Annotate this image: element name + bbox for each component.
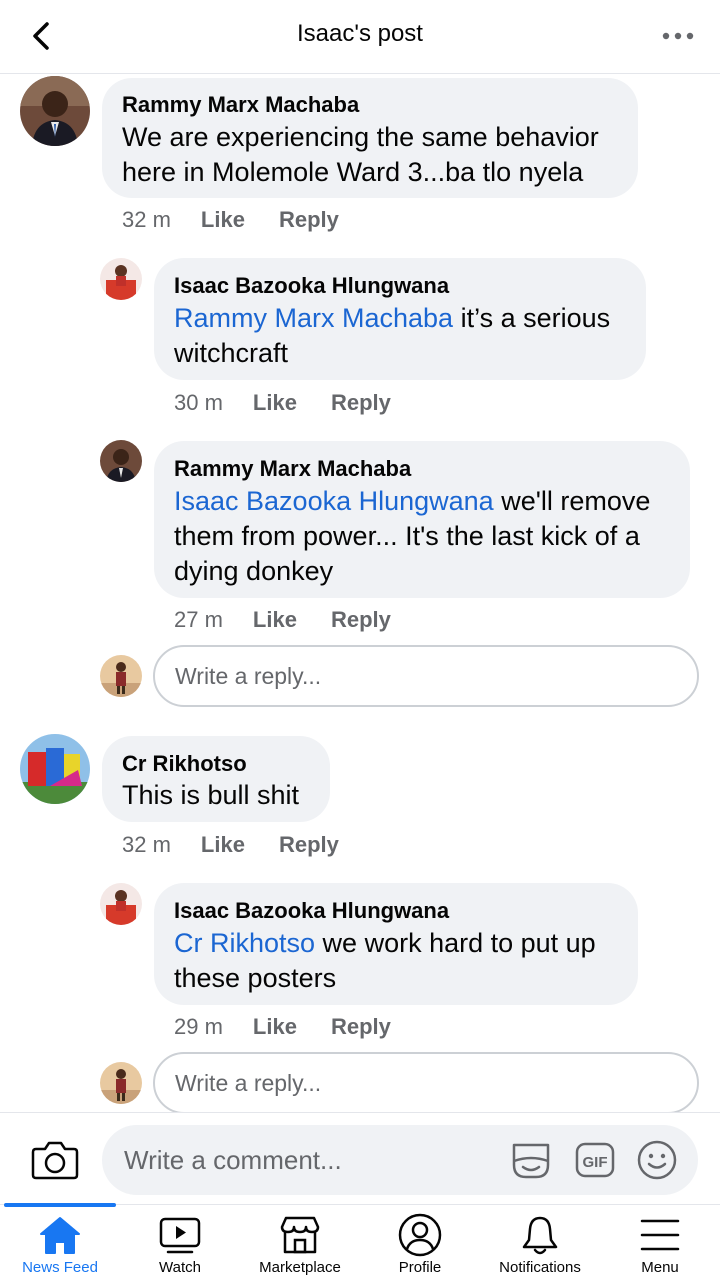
avatar[interactable] xyxy=(100,258,142,300)
reply-button[interactable]: Reply xyxy=(331,1014,391,1040)
reply-author[interactable]: Isaac Bazooka Hlungwana xyxy=(174,273,449,299)
reply-button[interactable]: Reply xyxy=(279,832,339,858)
reply-author[interactable]: Rammy Marx Machaba xyxy=(174,456,411,482)
reply-text: we work hard to put up xyxy=(315,928,596,958)
comment-input[interactable]: Write a comment... GIF xyxy=(102,1125,698,1195)
nav-label: Marketplace xyxy=(259,1259,341,1276)
reply-text-line: them from power... It's the last kick of… xyxy=(174,521,640,551)
like-button[interactable]: Like xyxy=(253,390,297,416)
reply-author[interactable]: Isaac Bazooka Hlungwana xyxy=(174,898,449,924)
reply-button[interactable]: Reply xyxy=(331,390,391,416)
reply-text-line: dying donkey xyxy=(174,556,334,586)
avatar[interactable] xyxy=(20,76,90,146)
comment-text-line: here in Molemole Ward 3...ba tlo nyela xyxy=(122,157,584,187)
current-user-avatar xyxy=(100,1062,142,1104)
gif-button[interactable]: GIF xyxy=(574,1139,616,1181)
like-button[interactable]: Like xyxy=(253,607,297,633)
emoji-icon xyxy=(637,1140,677,1180)
nav-label: Profile xyxy=(398,1259,442,1276)
comment-author[interactable]: Cr Rikhotso xyxy=(122,751,247,777)
reply-text-line: Isaac Bazooka Hlungwana we'll remove xyxy=(174,484,650,519)
home-icon xyxy=(40,1217,80,1254)
reply-text-line: Rammy Marx Machaba it’s a serious xyxy=(174,301,610,336)
camera-icon xyxy=(31,1141,79,1180)
comment-text-line: This is bull shit xyxy=(122,780,300,810)
gif-icon: GIF xyxy=(575,1142,615,1178)
profile-icon xyxy=(398,1213,442,1257)
reply-time: 27 m xyxy=(174,607,223,632)
reply-text-line: these posters xyxy=(174,963,337,993)
nav-news-feed[interactable]: News Feed xyxy=(0,1205,120,1280)
bottom-navigation: News Feed Watch Marketplace Profile Noti… xyxy=(0,1203,720,1280)
avatar[interactable] xyxy=(100,440,142,482)
comment-meta: 32 m Like Reply xyxy=(122,207,373,233)
camera-button[interactable] xyxy=(30,1135,80,1183)
reply-bubble[interactable]: Isaac Bazooka Hlungwana Rammy Marx Macha… xyxy=(154,258,646,380)
nav-label: Watch xyxy=(159,1259,201,1276)
nav-label: News Feed xyxy=(22,1259,98,1276)
like-button[interactable]: Like xyxy=(201,207,245,233)
comment-bubble[interactable]: Cr Rikhotso This is bull shit xyxy=(102,736,330,822)
like-button[interactable]: Like xyxy=(201,832,245,858)
like-button[interactable]: Like xyxy=(253,1014,297,1040)
comment-time: 32 m xyxy=(122,207,171,232)
comment-time: 32 m xyxy=(122,832,171,857)
mention-link[interactable]: Cr Rikhotso xyxy=(174,928,315,958)
top-bar: Isaac's post xyxy=(0,0,720,74)
marketplace-icon xyxy=(280,1216,320,1254)
comment-author[interactable]: Rammy Marx Machaba xyxy=(122,92,359,118)
avatar[interactable] xyxy=(20,734,90,804)
sticker-icon xyxy=(512,1143,550,1179)
comment-composer: Write a comment... GIF xyxy=(0,1112,720,1204)
svg-text:GIF: GIF xyxy=(583,1154,608,1171)
avatar[interactable] xyxy=(100,883,142,925)
comment-input-placeholder: Write a comment... xyxy=(124,1145,342,1175)
reply-text-line: Cr Rikhotso we work hard to put up xyxy=(174,926,596,961)
reply-bubble[interactable]: Rammy Marx Machaba Isaac Bazooka Hlungwa… xyxy=(154,441,690,598)
reply-text-line: witchcraft xyxy=(174,338,289,368)
reply-text: it’s a serious xyxy=(453,303,611,333)
more-options-button[interactable] xyxy=(658,18,698,54)
nav-profile[interactable]: Profile xyxy=(360,1205,480,1280)
comment-bubble[interactable]: Rammy Marx Machaba We are experiencing t… xyxy=(102,78,638,198)
comment-meta: 32 m Like Reply xyxy=(122,832,373,858)
reply-bubble[interactable]: Isaac Bazooka Hlungwana Cr Rikhotso we w… xyxy=(154,883,638,1005)
sticker-button[interactable] xyxy=(510,1139,552,1181)
reply-time: 29 m xyxy=(174,1014,223,1039)
reply-input[interactable]: Write a reply... xyxy=(153,645,699,707)
reply-button[interactable]: Reply xyxy=(331,607,391,633)
page-title: Isaac's post xyxy=(297,20,423,47)
mention-link[interactable]: Rammy Marx Machaba xyxy=(174,303,453,333)
nav-menu[interactable]: Menu xyxy=(600,1205,720,1280)
reply-time: 30 m xyxy=(174,390,223,415)
reply-text: we'll remove xyxy=(493,486,651,516)
reply-button[interactable]: Reply xyxy=(279,207,339,233)
nav-label: Notifications xyxy=(499,1259,581,1276)
emoji-button[interactable] xyxy=(636,1139,678,1181)
reply-input-placeholder: Write a reply... xyxy=(175,1070,322,1096)
reply-meta: 29 m Like Reply xyxy=(174,1014,425,1040)
more-horizontal-icon xyxy=(662,32,694,40)
reply-meta: 30 m Like Reply xyxy=(174,390,425,416)
nav-notifications[interactable]: Notifications xyxy=(480,1205,600,1280)
menu-icon xyxy=(640,1219,680,1251)
nav-label: Menu xyxy=(641,1259,679,1276)
reply-meta: 27 m Like Reply xyxy=(174,607,425,633)
reply-input-placeholder: Write a reply... xyxy=(175,663,322,689)
nav-marketplace[interactable]: Marketplace xyxy=(240,1205,360,1280)
current-user-avatar xyxy=(100,655,142,697)
nav-watch[interactable]: Watch xyxy=(120,1205,240,1280)
bell-icon xyxy=(522,1216,558,1255)
watch-icon xyxy=(159,1217,201,1254)
reply-input[interactable]: Write a reply... xyxy=(153,1052,699,1114)
mention-link[interactable]: Isaac Bazooka Hlungwana xyxy=(174,486,494,516)
comment-text-line: We are experiencing the same behavior xyxy=(122,122,599,152)
